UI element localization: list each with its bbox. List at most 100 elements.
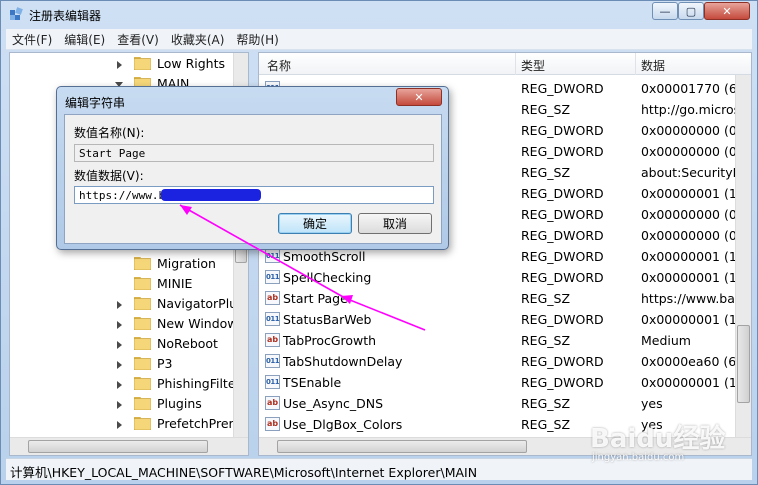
column-header-data[interactable]: 数据 [641,57,665,74]
value-type: REG_DWORD [521,228,604,243]
value-row[interactable]: 011 TabShutdownDelay REG_DWORD 0x0000ea60 (… [259,351,744,372]
value-type: REG_SZ [521,102,571,117]
value-data: yes [641,396,663,411]
registry-path: 计算机\HKEY_LOCAL_MACHINE\SOFTWARE\Microsof… [10,465,478,480]
title-bar: 注册表编辑器 — ▢ ✕ [1,1,757,29]
value-name: SmoothScroll [283,249,366,264]
value-name: TabProcGrowth [283,333,377,348]
value-type: REG_SZ [521,417,571,432]
tree-node[interactable]: P3 [10,354,235,374]
string-value-icon: ab [265,291,280,305]
value-type: REG_DWORD [521,312,604,327]
value-type: REG_DWORD [521,144,604,159]
menu-file[interactable]: 文件(F) [6,31,58,48]
minimize-button[interactable]: — [652,2,678,20]
value-name: SpellChecking [283,270,372,285]
value-type: REG_DWORD [521,375,604,390]
folder-icon [134,377,151,390]
column-divider[interactable] [635,53,636,75]
tree-node[interactable]: PrefetchPreren [10,414,248,434]
value-row[interactable]: 011 TSEnable REG_DWORD 0x00000001 (1) [259,372,742,393]
value-data: Medium [641,333,691,348]
tree-node-label: Plugins [157,396,202,411]
value-data: http://go.micros [641,102,741,117]
value-data-input[interactable]: https://www.b [74,186,434,204]
folder-icon [134,357,151,370]
column-divider[interactable] [515,53,516,75]
string-value-icon: ab [265,333,280,347]
collapsed-arrow-icon[interactable] [117,381,122,389]
collapsed-arrow-icon[interactable] [117,321,122,329]
close-button[interactable]: ✕ [704,2,750,20]
value-data: 0x00000001 (1) [641,270,742,285]
value-name: Use_Async_DNS [283,396,384,411]
tree-horizontal-scroll-thumb[interactable] [28,440,208,453]
tree-node[interactable]: New Windows [10,314,244,334]
cancel-button[interactable]: 取消 [358,213,432,234]
value-data: 0x00000000 (0) [641,207,742,222]
tree-node[interactable]: NavigatorPlugi [10,294,248,314]
column-header-type[interactable]: 类型 [521,57,545,74]
collapsed-arrow-icon[interactable] [117,301,122,309]
tree-horizontal-scrollbar[interactable] [10,437,248,455]
value-data: 0x00000000 (0) [641,123,742,138]
string-value-icon: ab [265,417,280,431]
list-vertical-scroll-thumb[interactable] [737,325,750,403]
tree-node-label: NoReboot [157,336,218,351]
value-row[interactable]: ab Use_Async_DNS REG_SZ yes [259,393,735,414]
tree-node[interactable]: PhishingFilter [10,374,241,394]
value-data: https://www.baid [641,291,747,306]
value-name: Start Page [283,291,348,306]
value-name: Use_DlgBox_Colors [283,417,403,432]
value-row[interactable]: ab TabProcGrowth REG_SZ Medium [259,330,735,351]
registry-editor-icon [10,7,23,20]
tree-node-label: Low Rights [157,56,226,71]
value-row[interactable]: 011 StatusBarWeb REG_DWORD 0x00000001 (1) [259,309,742,330]
tree-node-label: PhishingFilter [157,376,241,391]
redaction-mark [161,189,261,201]
value-row[interactable]: 011 SpellChecking REG_DWORD 0x00000001 (1) [259,267,742,288]
collapsed-arrow-icon[interactable] [117,421,122,429]
value-name: TabShutdownDelay [283,354,403,369]
binary-value-icon: 011 [265,354,280,368]
dialog-close-button[interactable]: ✕ [396,88,442,106]
ok-button[interactable]: 确定 [278,213,352,234]
value-type: REG_DWORD [521,123,604,138]
folder-icon [134,317,151,330]
menu-bar: 文件(F) 编辑(E) 查看(V) 收藏夹(A) 帮助(H) [6,29,752,50]
menu-help[interactable]: 帮助(H) [230,31,284,48]
dialog-title: 编辑字符串 [65,96,126,110]
tree-node[interactable]: Migration [10,254,235,274]
collapsed-arrow-icon[interactable] [117,341,122,349]
tree-node[interactable]: MINIE [10,274,235,294]
tree-node[interactable]: NoReboot [10,334,235,354]
value-name-label: 数值名称(N): [74,126,145,140]
value-data: 0x00000000 (0) [641,144,742,159]
value-data: 0x00000001 (1) [641,249,742,264]
list-horizontal-scroll-thumb[interactable] [277,440,527,453]
collapsed-arrow-icon[interactable] [117,61,122,69]
tree-node[interactable]: Low Rights [10,54,235,74]
binary-value-icon: 011 [265,312,280,326]
collapsed-arrow-icon[interactable] [117,361,122,369]
value-data: 0x00000001 (1) [641,186,742,201]
value-data: 0x00000001 (1) [641,312,742,327]
maximize-button[interactable]: ▢ [678,2,704,20]
folder-icon [134,57,151,70]
value-type: REG_SZ [521,291,571,306]
folder-icon [134,277,151,290]
column-header-name[interactable]: 名称 [267,57,291,74]
value-name: TSEnable [283,375,342,390]
menu-favorites[interactable]: 收藏夹(A) [165,31,231,48]
menu-view[interactable]: 查看(V) [111,31,165,48]
list-vertical-scrollbar[interactable] [735,75,751,437]
value-data: about:SecurityRi [641,165,745,180]
collapsed-arrow-icon[interactable] [117,401,122,409]
value-row[interactable]: ab Start Page REG_SZ https://www.baid [259,288,746,309]
value-data: 0x00001770 (60 [641,81,745,96]
tree-node[interactable]: Plugins [10,394,235,414]
value-type: REG_SZ [521,396,571,411]
dialog-body: 数值名称(N): Start Page 数值数据(V): https://www… [64,114,442,244]
menu-edit[interactable]: 编辑(E) [58,31,111,48]
value-type: REG_DWORD [521,186,604,201]
